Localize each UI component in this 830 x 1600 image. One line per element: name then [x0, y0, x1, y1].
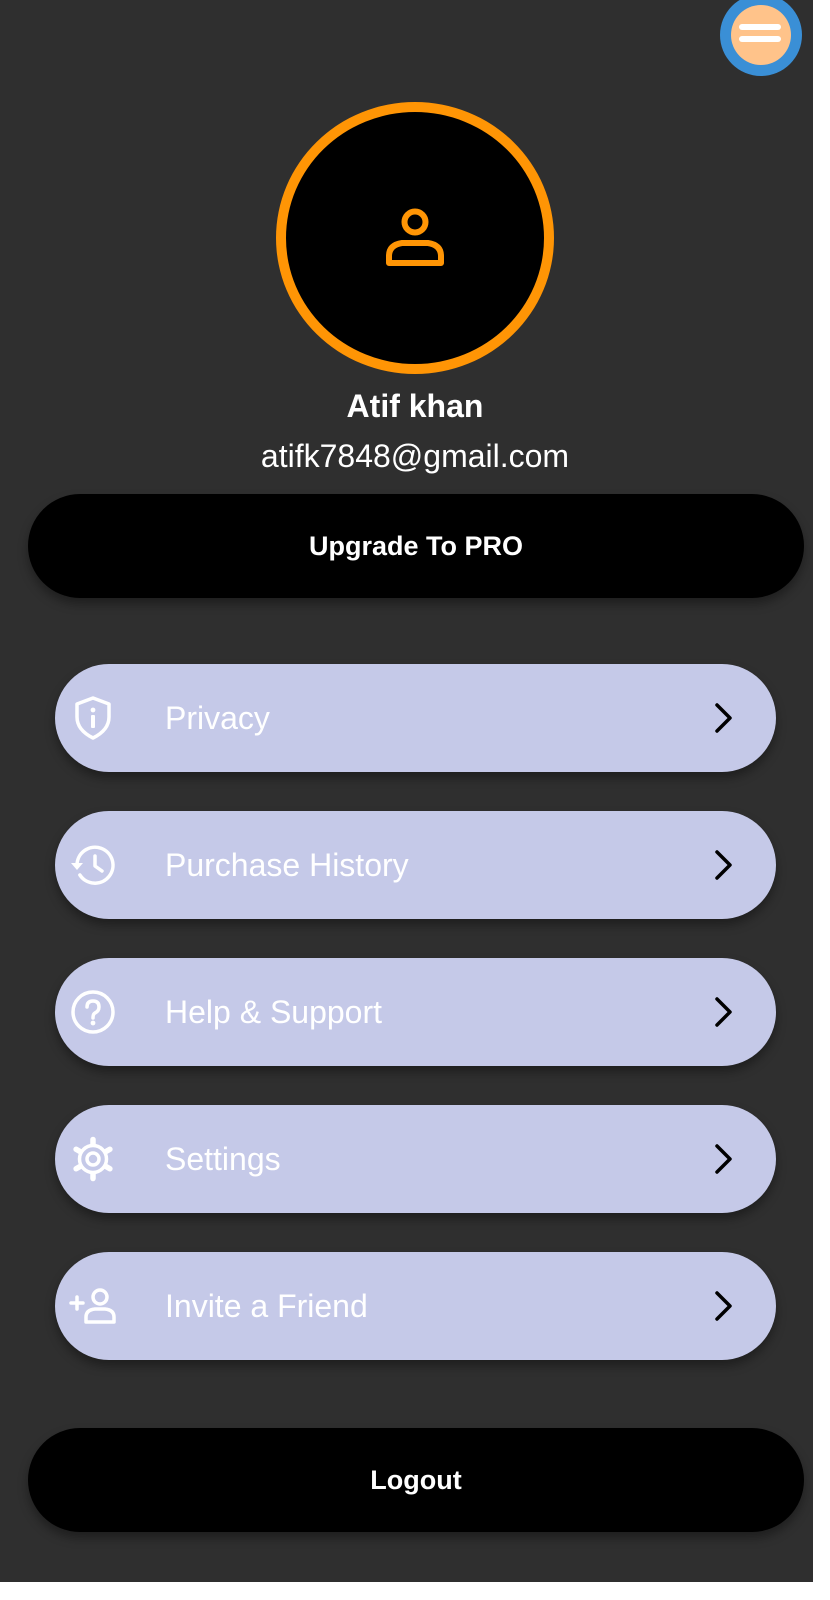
- menu-item-label: Invite a Friend: [165, 1288, 368, 1324]
- menu-item-purchase-history[interactable]: Purchase History: [55, 811, 776, 919]
- menu-item-settings[interactable]: Settings: [55, 1105, 776, 1213]
- gear-icon: [73, 1136, 113, 1182]
- chevron-right-icon: [715, 703, 732, 733]
- logout-button[interactable]: Logout: [28, 1428, 804, 1532]
- user-email: atifk7848@gmail.com: [260, 438, 570, 474]
- chevron-right-icon: [715, 1291, 732, 1321]
- avatar[interactable]: [276, 102, 554, 374]
- menu-item-label: Settings: [165, 1141, 281, 1177]
- menu-item-label: Purchase History: [165, 847, 409, 883]
- help-circle-icon: [71, 990, 115, 1034]
- menu-item-help-support[interactable]: Help & Support: [55, 958, 776, 1066]
- menu-item-privacy[interactable]: Privacy: [55, 664, 776, 772]
- upgrade-pro-button[interactable]: Upgrade To PRO: [28, 494, 804, 598]
- chevron-right-icon: [715, 1144, 732, 1174]
- person-icon: [386, 208, 444, 266]
- add-person-icon: [69, 1288, 116, 1324]
- user-name: Atif khan: [346, 388, 484, 424]
- history-icon: [71, 845, 115, 885]
- profile-screen: Atif khan atifk7848@gmail.com Upgrade To…: [0, 0, 830, 1582]
- chevron-right-icon: [715, 850, 732, 880]
- screen-edge: [813, 0, 830, 1582]
- floating-menu-button[interactable]: [720, 0, 802, 76]
- menu-item-label: Help & Support: [165, 994, 383, 1030]
- menu-item-label: Privacy: [165, 700, 270, 736]
- menu-item-invite-friend[interactable]: Invite a Friend: [55, 1252, 776, 1360]
- shield-info-icon: [75, 696, 111, 740]
- chevron-right-icon: [715, 997, 732, 1027]
- menu-lines-icon: [731, 5, 791, 65]
